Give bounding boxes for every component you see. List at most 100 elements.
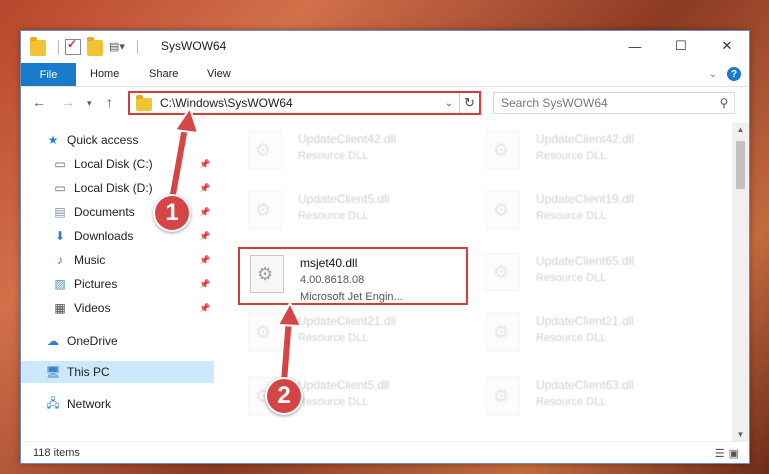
address-path[interactable]: C:\Windows\SysWOW64 — [160, 96, 439, 110]
search-input[interactable] — [501, 96, 714, 110]
tab-file[interactable]: File — [21, 63, 76, 86]
pin-icon[interactable]: 📌 — [199, 159, 210, 170]
star-icon: ★ — [47, 133, 59, 147]
file-name: UpdateClient63.dll — [536, 378, 635, 392]
sidebar-item-downloads[interactable]: ⬇ Downloads 📌 — [21, 225, 214, 247]
file-type: Resource DLL — [298, 210, 369, 222]
file-type: Resource DLL — [536, 332, 607, 344]
pin-icon[interactable]: 📌 — [199, 303, 210, 314]
maximize-button[interactable]: ☐ — [658, 31, 704, 61]
ribbon-tabs: File Home Share View ⌄ ? — [21, 61, 749, 87]
scroll-down-icon[interactable]: ▼ — [732, 430, 749, 439]
documents-icon: ▤ — [54, 205, 66, 219]
file-description: Microsoft Jet Engin... — [300, 291, 403, 303]
expand-ribbon-icon[interactable]: ⌄ — [709, 69, 717, 80]
pin-icon[interactable]: 📌 — [199, 255, 210, 266]
navigation-bar: ← → ▾ ↑ C:\Windows\SysWOW64 ⌄ ↻ ⚲ — [21, 87, 749, 119]
file-item[interactable]: UpdateClient21.dll Resource DLL — [476, 307, 706, 365]
pin-icon[interactable]: 📌 — [199, 183, 210, 194]
chevron-down-icon[interactable]: ⌄ — [439, 98, 459, 109]
sidebar-item-network[interactable]: 🖧 Network — [21, 393, 214, 415]
file-name: UpdateClient19.dll — [536, 192, 635, 206]
sidebar-item-pictures[interactable]: ▨ Pictures 📌 — [21, 273, 214, 295]
sidebar-item-local-disk-d[interactable]: ▭ Local Disk (D:) 📌 — [21, 177, 214, 199]
customize-toolbar-icon[interactable]: ▤▾ — [109, 39, 125, 55]
properties-icon[interactable] — [65, 37, 81, 55]
tab-view[interactable]: View — [207, 68, 231, 80]
folder-icon[interactable] — [30, 37, 46, 56]
new-folder-icon[interactable] — [87, 37, 103, 56]
pictures-icon: ▨ — [54, 277, 66, 291]
address-bar[interactable]: C:\Windows\SysWOW64 ⌄ ↻ — [128, 91, 481, 115]
dll-file-icon — [248, 313, 282, 351]
pin-icon[interactable]: 📌 — [199, 207, 210, 218]
sidebar-item-label: Local Disk (C:) — [74, 157, 153, 171]
file-item[interactable]: UpdateClient63.dll Resource DLL — [476, 371, 706, 429]
scrollbar-thumb[interactable] — [736, 141, 745, 189]
dll-file-icon — [486, 377, 520, 415]
dll-file-icon — [486, 131, 520, 169]
search-box[interactable]: ⚲ — [493, 92, 735, 114]
scroll-up-icon[interactable]: ▲ — [732, 125, 749, 134]
sidebar-item-local-disk-c[interactable]: ▭ Local Disk (C:) 📌 — [21, 153, 214, 175]
tab-share[interactable]: Share — [149, 68, 178, 80]
status-bar: 118 items ☰ ▣ — [21, 441, 749, 463]
file-type: Resource DLL — [536, 210, 607, 222]
step-2-callout: 2 — [265, 377, 303, 415]
sidebar-item-label: Documents — [74, 205, 135, 219]
file-type: Resource DLL — [298, 150, 369, 162]
file-item[interactable]: UpdateClient21.dll Resource DLL — [238, 307, 468, 365]
up-arrow-icon[interactable]: ↑ — [106, 94, 113, 110]
file-item[interactable]: UpdateClient5.dll Resource DLL — [238, 185, 468, 243]
recent-locations-icon[interactable]: ▾ — [87, 98, 92, 109]
file-name: UpdateClient65.dll — [536, 254, 635, 268]
pin-icon[interactable]: 📌 — [199, 231, 210, 242]
file-item[interactable]: UpdateClient65.dll Resource DLL — [476, 247, 706, 305]
minimize-button[interactable]: — — [612, 31, 658, 61]
sidebar-item-this-pc[interactable]: 🖥 This PC — [21, 361, 214, 383]
dll-file-icon — [248, 191, 282, 229]
close-button[interactable]: ✕ — [704, 31, 749, 61]
drive-icon: ▭ — [54, 157, 66, 171]
cloud-icon: ☁ — [47, 334, 59, 348]
view-toggle: ☰ ▣ — [715, 447, 739, 460]
refresh-icon[interactable]: ↻ — [459, 93, 479, 113]
sidebar-item-label: Videos — [74, 301, 111, 315]
toolbar-divider — [58, 40, 59, 54]
file-explorer-window: ▤▾ SysWOW64 — ☐ ✕ File Home Share View ⌄… — [20, 30, 750, 464]
dll-file-icon — [248, 131, 282, 169]
tab-home[interactable]: Home — [90, 68, 119, 80]
file-name: UpdateClient5.dll — [298, 192, 390, 206]
file-item-msjet40[interactable]: msjet40.dll 4.00.8618.08 Microsoft Jet E… — [238, 247, 468, 305]
forward-arrow-icon[interactable]: → — [61, 94, 75, 110]
sidebar-item-onedrive[interactable]: ☁ OneDrive — [21, 330, 214, 352]
file-type: Resource DLL — [536, 396, 607, 408]
vertical-scrollbar[interactable]: ▲ ▼ — [732, 123, 749, 441]
sidebar-item-label: OneDrive — [67, 334, 118, 348]
file-name: UpdateClient42.dll — [536, 132, 635, 146]
file-type: Resource DLL — [298, 396, 369, 408]
sidebar-item-label: Network — [67, 397, 112, 411]
large-icons-view-icon[interactable]: ▣ — [729, 447, 739, 460]
navigation-pane: ★ Quick access ▭ Local Disk (C:) 📌 ▭ Loc… — [21, 123, 214, 441]
details-view-icon[interactable]: ☰ — [715, 447, 725, 460]
pin-icon[interactable]: 📌 — [199, 279, 210, 290]
sidebar-item-music[interactable]: ♪ Music 📌 — [21, 249, 214, 271]
file-type: Resource DLL — [298, 332, 369, 344]
network-icon: 🖧 — [46, 395, 60, 410]
title-bar: ▤▾ SysWOW64 — ☐ ✕ — [21, 31, 749, 61]
folder-icon — [136, 94, 152, 111]
search-icon[interactable]: ⚲ — [714, 96, 734, 110]
dll-file-icon — [250, 255, 284, 293]
help-icon[interactable]: ? — [727, 67, 741, 81]
sidebar-item-quick-access[interactable]: ★ Quick access — [21, 129, 214, 151]
file-item[interactable]: UpdateClient42.dll Resource DLL — [238, 125, 468, 183]
file-item[interactable]: UpdateClient19.dll Resource DLL — [476, 185, 706, 243]
toolbar-divider — [137, 40, 138, 54]
back-arrow-icon[interactable]: ← — [32, 94, 46, 110]
dll-file-icon — [486, 191, 520, 229]
file-type: Resource DLL — [536, 150, 607, 162]
file-version: 4.00.8618.08 — [300, 274, 365, 286]
sidebar-item-videos[interactable]: ▦ Videos 📌 — [21, 297, 214, 319]
file-item[interactable]: UpdateClient42.dll Resource DLL — [476, 125, 706, 183]
